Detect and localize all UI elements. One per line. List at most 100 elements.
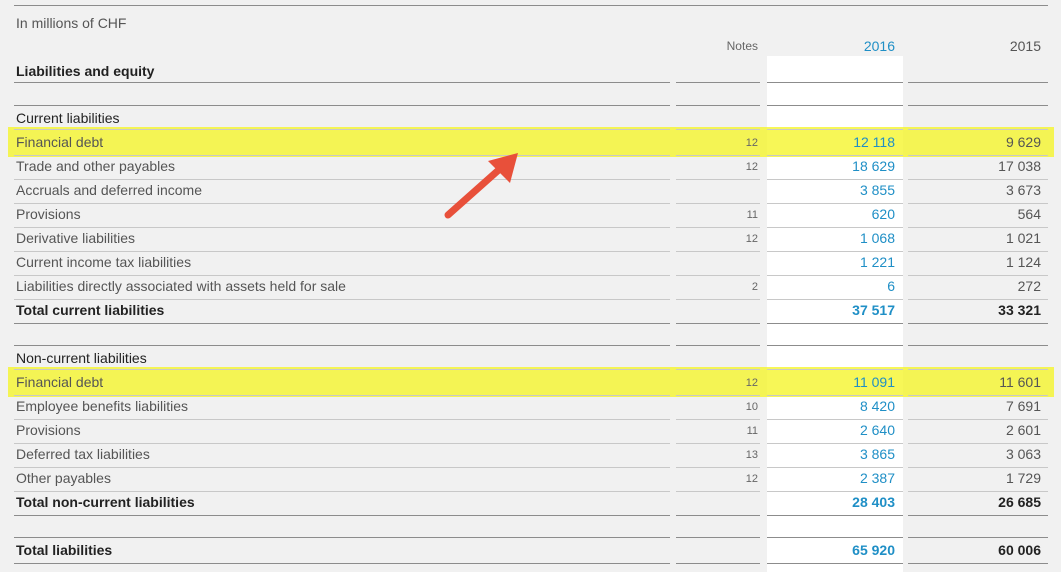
row-divider	[908, 369, 1048, 370]
row-divider	[908, 105, 1048, 106]
row-divider	[767, 369, 903, 370]
row-label: Liabilities and equity	[16, 63, 155, 79]
row-divider	[14, 419, 670, 420]
row-divider	[676, 443, 760, 444]
red-arrow-icon	[444, 153, 518, 219]
row-divider	[767, 515, 903, 516]
row-divider	[908, 515, 1048, 516]
row-divider	[676, 515, 760, 516]
row-divider	[908, 467, 1048, 468]
row-divider	[767, 443, 903, 444]
row-divider	[908, 203, 1048, 204]
table-row: Liabilities directly associated with ass…	[0, 275, 1061, 299]
row-divider	[767, 323, 903, 324]
row-divider	[14, 491, 670, 492]
row-value-2015: 564	[1017, 206, 1041, 222]
row-value-2015: 9 629	[1005, 134, 1041, 150]
row-value-2015: 17 038	[998, 158, 1041, 174]
row-divider	[676, 467, 760, 468]
table-row: Non-current liabilities	[0, 347, 1061, 371]
row-divider	[14, 299, 670, 300]
row-divider	[676, 105, 760, 106]
row-label: Accruals and deferred income	[16, 182, 202, 198]
row-divider	[767, 275, 903, 276]
row-divider	[767, 179, 903, 180]
row-label: Deferred tax liabilities	[16, 446, 150, 462]
row-divider	[14, 345, 670, 346]
row-label: Provisions	[16, 422, 81, 438]
row-value-2015: 60 006	[998, 542, 1041, 558]
table-row-total: Total non-current liabilities 28 403 26 …	[0, 491, 1061, 515]
row-divider	[14, 129, 670, 130]
row-divider	[676, 129, 760, 130]
table-row: Provisions 11 2 640 2 601	[0, 419, 1061, 443]
row-value-2016: 11 091	[853, 374, 895, 390]
row-label: Total non-current liabilities	[16, 494, 195, 510]
row-divider	[676, 419, 760, 420]
year-2016-header: 2016	[863, 38, 895, 54]
row-value-2015: 7 691	[1005, 398, 1041, 414]
row-value-2015: 11 601	[999, 374, 1041, 390]
row-value-2016: 18 629	[852, 158, 895, 174]
row-value-2016: 12 118	[853, 134, 895, 150]
table-row: Derivative liabilities 12 1 068 1 021	[0, 227, 1061, 251]
row-divider	[676, 563, 760, 564]
unit-caption: In millions of CHF	[16, 15, 127, 31]
row-divider	[676, 275, 760, 276]
row-divider	[767, 419, 903, 420]
row-value-2016: 37 517	[852, 302, 895, 318]
table-row: Liabilities and equity	[0, 60, 1061, 84]
row-divider	[767, 105, 903, 106]
row-value-2015: 1 021	[1005, 230, 1041, 246]
row-divider	[767, 491, 903, 492]
row-value-2015: 1 729	[1005, 470, 1041, 486]
row-divider	[14, 563, 670, 564]
row-divider	[14, 82, 670, 83]
row-divider	[767, 537, 903, 538]
row-divider	[676, 155, 760, 156]
table-row-grand-total: Total liabilities 65 920 60 006	[0, 539, 1061, 563]
row-value-2016: 620	[871, 206, 895, 222]
row-note: 12	[745, 161, 758, 173]
row-value-2015: 2 601	[1005, 422, 1041, 438]
row-value-2015: 33 321	[998, 302, 1041, 318]
row-note: 11	[746, 209, 758, 221]
row-label: Current liabilities	[16, 110, 120, 126]
row-value-2016: 1 068	[859, 230, 895, 246]
row-divider	[767, 563, 903, 564]
row-label: Financial debt	[16, 374, 104, 390]
row-divider	[767, 227, 903, 228]
row-note: 11	[746, 425, 758, 437]
table-row: Employee benefits liabilities 10 8 420 7…	[0, 395, 1061, 419]
row-divider	[676, 227, 760, 228]
row-note: 12	[745, 233, 758, 245]
row-divider	[14, 203, 670, 204]
row-divider	[14, 179, 670, 180]
row-divider	[676, 323, 760, 324]
row-value-2016: 3 865	[859, 446, 895, 462]
row-value-2015: 1 124	[1005, 254, 1041, 270]
row-divider	[908, 395, 1048, 396]
top-rule	[14, 5, 1048, 6]
row-note: 2	[751, 281, 758, 293]
row-value-2015: 26 685	[998, 494, 1041, 510]
row-divider	[676, 369, 760, 370]
row-divider	[908, 443, 1048, 444]
row-divider	[908, 563, 1048, 564]
row-divider	[767, 203, 903, 204]
row-divider	[14, 227, 670, 228]
row-divider	[767, 299, 903, 300]
row-divider	[908, 155, 1048, 156]
row-label: Employee benefits liabilities	[16, 398, 188, 414]
row-value-2016: 2 387	[859, 470, 895, 486]
row-divider	[908, 323, 1048, 324]
row-divider	[908, 299, 1048, 300]
row-divider	[908, 491, 1048, 492]
table-row: Trade and other payables 12 18 629 17 03…	[0, 155, 1061, 179]
table-row: Financial debt 12 12 118 9 629	[0, 131, 1061, 155]
row-value-2016: 1 221	[859, 254, 895, 270]
row-divider	[908, 537, 1048, 538]
row-divider	[676, 179, 760, 180]
row-divider	[14, 105, 670, 106]
row-value-2015: 3 673	[1005, 182, 1041, 198]
